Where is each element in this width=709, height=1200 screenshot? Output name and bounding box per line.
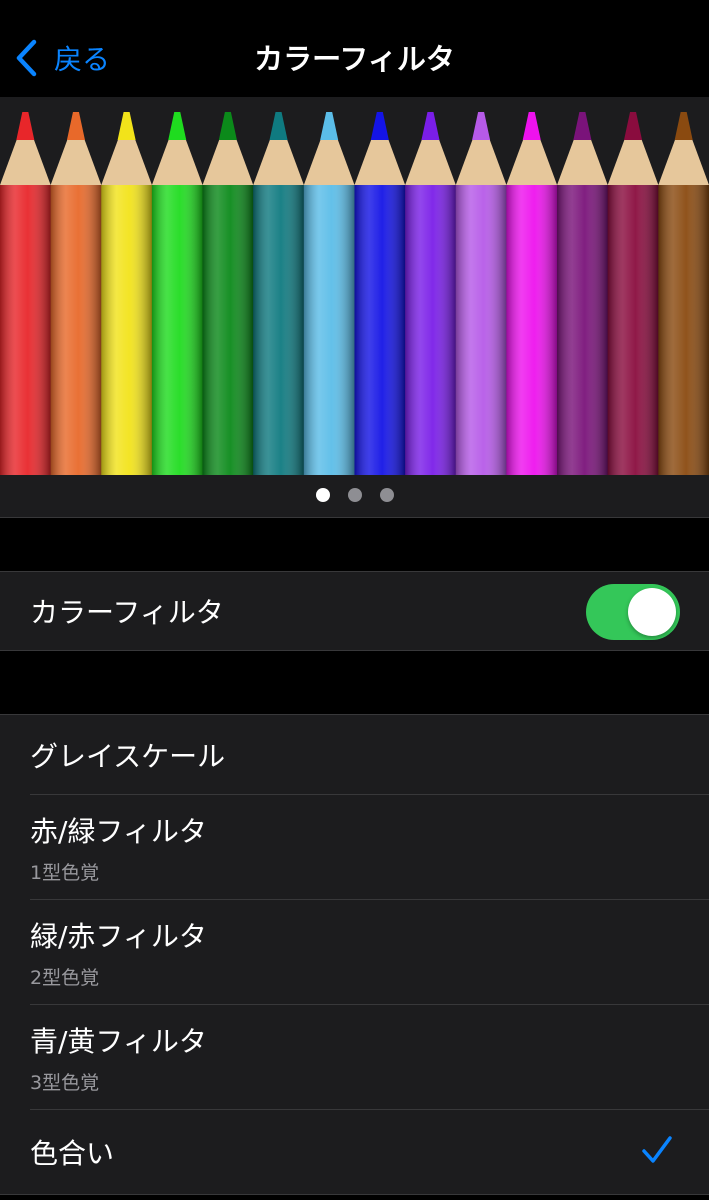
pencil	[151, 112, 203, 475]
filter-preview-carousel[interactable]	[0, 97, 709, 518]
option-subtitle: 1型色覚	[30, 862, 100, 884]
page-dot-2[interactable]	[347, 488, 362, 502]
pencil	[405, 112, 456, 475]
pencil	[607, 112, 659, 475]
pencil	[557, 112, 608, 475]
page-title: カラーフィルタ	[254, 42, 455, 76]
option-subtitle: 2型色覚	[30, 967, 100, 989]
option-label: 緑/赤フィルタ	[30, 920, 207, 953]
filter-options-list: グレイスケール 赤/緑フィルタ 1型色覚 緑/赤フィルタ 2型色覚 青/黄フィル…	[0, 714, 709, 1195]
pencil	[455, 112, 507, 475]
pencil	[303, 112, 355, 475]
checkmark-icon	[642, 1136, 672, 1163]
option-label: 色合い	[30, 1137, 115, 1170]
pencil	[354, 112, 406, 475]
pencil	[50, 112, 102, 475]
pencil	[101, 112, 152, 475]
pencil	[506, 112, 558, 475]
navigation-bar: 戻る カラーフィルタ	[0, 0, 709, 97]
pencil	[658, 112, 709, 475]
option-label: 青/黄フィルタ	[30, 1025, 207, 1058]
option-label: グレイスケール	[30, 740, 226, 773]
colored-pencils-image	[0, 112, 709, 475]
option-green-red[interactable]: 緑/赤フィルタ 2型色覚	[0, 900, 709, 1005]
option-label: 赤/緑フィルタ	[30, 815, 207, 848]
color-filter-label: カラーフィルタ	[30, 596, 224, 629]
page-dot-3[interactable]	[379, 488, 394, 502]
color-filter-row: カラーフィルタ	[0, 572, 709, 650]
pencil	[0, 112, 51, 475]
option-color-tint[interactable]: 色合い	[0, 1110, 709, 1194]
pencil	[202, 112, 254, 475]
color-filter-toggle[interactable]	[586, 584, 680, 640]
option-subtitle: 3型色覚	[30, 1072, 100, 1094]
page-indicator[interactable]	[0, 488, 709, 502]
option-red-green[interactable]: 赤/緑フィルタ 1型色覚	[0, 795, 709, 900]
pencil	[253, 112, 304, 475]
page-dot-1[interactable]	[315, 488, 330, 502]
toggle-group: カラーフィルタ	[0, 571, 709, 651]
option-blue-yellow[interactable]: 青/黄フィルタ 3型色覚	[0, 1005, 709, 1110]
toggle-knob	[628, 588, 676, 636]
option-grayscale[interactable]: グレイスケール	[0, 715, 709, 795]
